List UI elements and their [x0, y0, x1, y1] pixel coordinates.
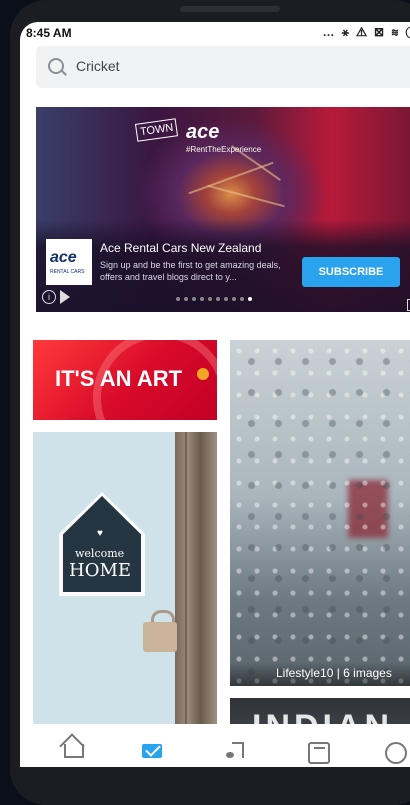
carousel-dot[interactable]	[176, 297, 180, 301]
welcome-home-card[interactable]: ♥ welcome HOME	[33, 432, 217, 732]
search-bar[interactable]: Cricket	[36, 46, 410, 88]
carousel-dot[interactable]	[240, 297, 244, 301]
carousel-dots	[176, 297, 252, 301]
carousel-dot[interactable]	[224, 297, 228, 301]
subscribe-button[interactable]: SUBSCRIBE	[302, 257, 400, 287]
carousel-dot[interactable]	[200, 297, 204, 301]
phone-bottom-bezel	[10, 767, 410, 805]
home-icon[interactable]	[62, 738, 86, 762]
ad-title: Ace Rental Cars New Zealand	[100, 241, 262, 255]
brand-logo-sub: RENTAL CARS	[50, 269, 85, 275]
rain-card[interactable]: Lifestyle10 | 6 images	[230, 340, 410, 686]
speaker	[180, 6, 280, 12]
hero-tagline: #RentTheExperience	[186, 145, 262, 154]
carousel-dot[interactable]	[208, 297, 212, 301]
status-icons: … ⚹ ⚠ ⊠ ≋ ◯	[322, 25, 410, 39]
carousel-dot[interactable]	[216, 297, 220, 301]
art-card-title: IT'S AN ART	[55, 366, 183, 391]
status-bar: 8:45 AM … ⚹ ⚠ ⊠ ≋ ◯	[20, 22, 410, 44]
ad-body: Sign up and be the first to get amazing …	[100, 260, 281, 282]
more-icon[interactable]	[385, 738, 409, 764]
ad-banner[interactable]: TOWN ace #RentTheExperience ace RENTAL C…	[36, 107, 410, 312]
raindrops-dark	[230, 340, 410, 686]
carousel-dot[interactable]	[232, 297, 236, 301]
music-icon[interactable]	[226, 738, 250, 762]
info-icon[interactable]: i	[42, 290, 56, 304]
hero-brand-logo: ace	[186, 121, 220, 143]
play-icon[interactable]	[60, 290, 70, 304]
carousel-dot-active[interactable]	[248, 297, 252, 301]
welcome-text: welcome	[75, 547, 125, 560]
mail-icon[interactable]	[142, 738, 166, 762]
carousel-dot[interactable]	[184, 297, 188, 301]
ad-brand-logo: ace RENTAL CARS	[46, 239, 92, 285]
bottom-nav	[20, 724, 410, 767]
padlock-icon	[143, 622, 177, 652]
search-input[interactable]: Cricket	[76, 58, 120, 74]
heart-icon: ♥	[97, 528, 103, 539]
brand-logo-text: ace	[50, 249, 77, 266]
art-card-ball	[197, 368, 209, 380]
search-icon	[48, 58, 64, 74]
carousel-dot[interactable]	[192, 297, 196, 301]
text-icon[interactable]	[308, 738, 332, 764]
phone-frame: 8:45 AM … ⚹ ⚠ ⊠ ≋ ◯ Cricket TOWN ace #Re…	[10, 0, 410, 805]
door-wood-line	[185, 432, 187, 732]
art-card[interactable]: IT'S AN ART	[33, 340, 217, 420]
status-time: 8:45 AM	[26, 26, 72, 40]
screen: 8:45 AM … ⚹ ⚠ ⊠ ≋ ◯ Cricket TOWN ace #Re…	[20, 22, 410, 767]
rain-card-caption: Lifestyle10 | 6 images	[276, 666, 392, 680]
door-wood	[175, 432, 217, 732]
home-text: HOME	[69, 560, 132, 581]
